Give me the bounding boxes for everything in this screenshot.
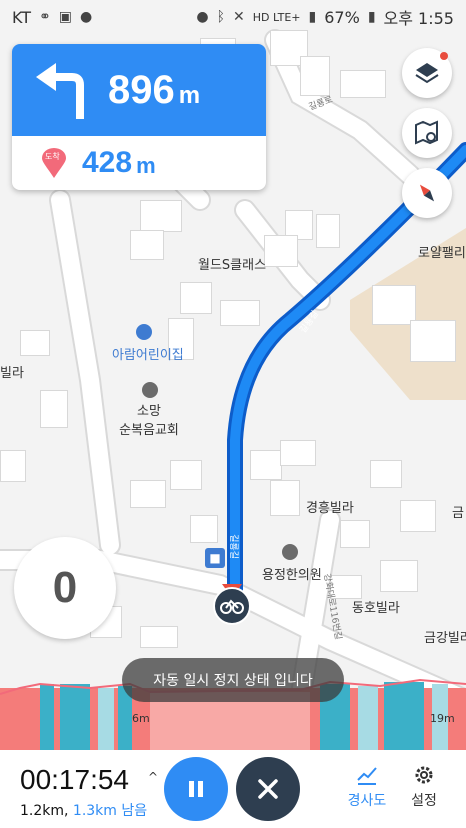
turn-instruction-card: 896 m 도착 428 m [12,44,266,190]
building [130,480,166,508]
network-label: HD LTE+ [252,10,301,24]
distance-remaining: 1.3km 남음 [72,803,148,819]
mute-icon: ✕ [233,9,245,25]
expand-icon[interactable]: ^ [148,770,158,784]
building [340,520,370,548]
pause-button[interactable] [164,757,228,821]
stop-button[interactable] [236,757,300,821]
image-icon: ▣ [58,9,72,25]
destination-badge-label: 도착 [45,152,60,161]
tab-slope-label: 경사도 [347,793,387,809]
turn-distance: 896 [108,67,175,112]
building [180,282,212,314]
map-label-royal-palace: 로얄팰리 [418,246,466,261]
close-icon [258,779,278,799]
building [340,70,386,98]
building [264,235,298,267]
building [380,560,418,592]
destination-distance-unit: m [136,153,156,178]
battery-icon: ▮ [367,9,376,25]
bus-stop-icon[interactable]: ■ [205,548,225,568]
map-label-geum: 금 [452,506,464,521]
clinic-icon [282,544,298,560]
turn-distance-unit: m [178,82,201,109]
tab-slope[interactable]: 경사도 [342,764,392,810]
distance-done: 1.2km, [20,803,73,819]
building [0,450,26,482]
battery-percent: 67% [324,7,360,27]
building [410,320,456,362]
location-icon: ● [196,9,209,25]
slope-chart-icon [357,767,377,785]
map-label-geumgang: 금강빌라 [424,631,466,646]
map-label-clinic: 용정한의원 [262,544,322,583]
map-label-donghwa: 동호빌라 [352,601,400,616]
building [20,330,50,356]
map-label-church: 소망 순복음교회 [106,382,192,438]
gear-icon [415,766,433,784]
map-label-kindergarten: 아람어린이집 [112,324,184,363]
speed-display: 0 [14,537,116,639]
building [316,214,340,248]
notification-dot [440,52,448,60]
building [300,56,330,96]
road-label-small: 길룡길 [227,534,238,559]
elevation-min-label: 6m [132,712,150,725]
auto-pause-toast: 자동 일시 정지 상태 입니다 [122,658,344,702]
elapsed-time: 00:17:54 [20,764,129,795]
clock: 오후 1:55 [383,9,454,28]
status-bar: KT ⚭ ▣ ● ● ᛒ ✕ HD LTE+ ▮ 67% ▮ 오후 1:55 [0,0,466,34]
building [270,480,300,516]
bottom-bar: 00:17:54 ^ 1.2km, 1.3km 남음 경사도 설정 [0,750,466,828]
link-icon: ⚭ [39,9,51,25]
distance-summary: 1.2km, 1.3km 남음 [20,800,147,820]
current-location-marker [210,584,254,628]
building [400,500,436,532]
destination-pin-icon: 도착 [42,148,66,178]
map-search-icon [415,120,438,145]
building [190,515,218,543]
destination-distance: 428 [82,146,133,179]
kindergarten-icon [136,324,152,340]
carrier-label: KT [12,7,32,27]
map-label-world-class: 월드S클래스 [198,258,267,273]
layers-button[interactable] [402,48,452,98]
building [250,450,282,480]
location-icon: ● [80,9,93,25]
next-turn-panel: 896 m [12,44,266,136]
layers-icon [415,63,439,84]
pause-icon [189,781,203,797]
elevation-max-label: 19m [430,712,455,725]
compass-icon [419,184,435,202]
building [372,285,416,325]
compass-button[interactable] [402,168,452,218]
map-label-villa: 빌라 [0,366,24,381]
building [370,460,402,488]
bluetooth-icon: ᛒ [216,9,226,25]
church-icon [142,382,158,398]
tab-settings-label: 설정 [411,793,437,809]
building [40,390,68,428]
signal-icon: ▮ [308,9,317,25]
tab-settings[interactable]: 설정 [399,764,449,810]
building [140,626,178,648]
building [170,460,202,490]
turn-left-icon [36,63,84,119]
destination-panel: 도착 428 m [12,136,266,190]
building [280,440,316,466]
building [140,200,182,232]
map-label-gyeongheung: 경흥빌라 [306,501,354,516]
map-search-button[interactable] [402,108,452,158]
building [130,230,164,260]
building [220,300,260,326]
